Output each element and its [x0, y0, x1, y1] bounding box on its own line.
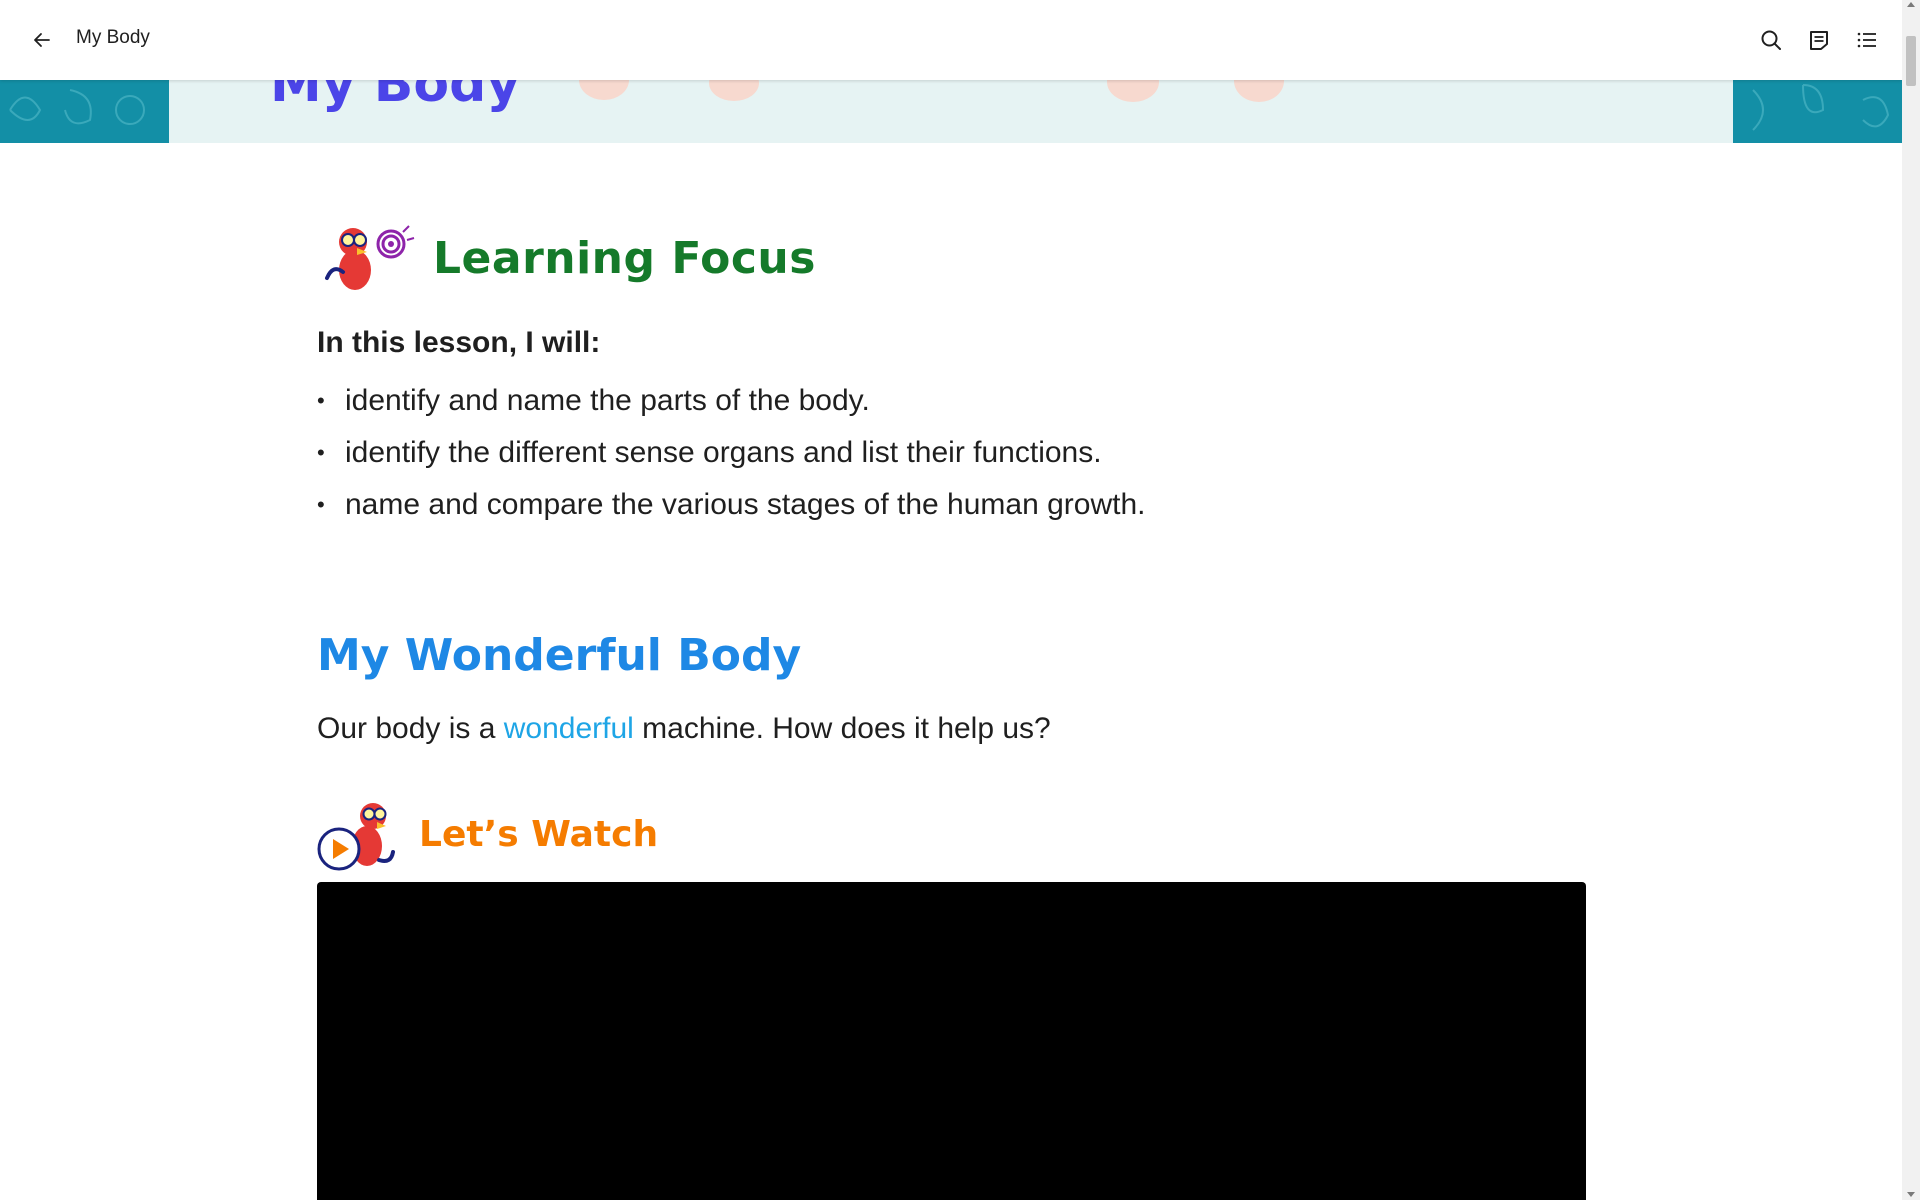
- paragraph-text: Our body is a: [317, 712, 504, 745]
- section-paragraph: Our body is a wonderful machine. How doe…: [317, 712, 1051, 746]
- scrollbar-thumb[interactable]: [1906, 36, 1916, 86]
- scroll-down-arrow-icon[interactable]: [1907, 1192, 1915, 1197]
- mascot-play-icon: [317, 803, 395, 871]
- vertical-scrollbar[interactable]: [1902, 0, 1920, 1200]
- back-arrow-icon: [34, 33, 50, 47]
- chapter-banner: My Body: [0, 80, 1902, 143]
- glossary-link[interactable]: wonderful: [504, 712, 634, 745]
- banner-decoration: [579, 80, 629, 100]
- banner-pattern-left: [9, 89, 145, 125]
- banner-inner-panel: My Body: [169, 80, 1733, 143]
- banner-pattern-right: [1752, 84, 1890, 131]
- list-item: • identify and name the parts of the body…: [317, 375, 1145, 427]
- page-title: My Body: [76, 27, 150, 48]
- lets-watch-heading: Let’s Watch: [317, 794, 658, 874]
- learning-objectives-list: • identify and name the parts of the body…: [317, 375, 1145, 531]
- lesson-intro: In this lesson, I will:: [317, 326, 601, 359]
- section-title: My Wonderful Body: [317, 630, 802, 681]
- paragraph-text: machine. How does it help us?: [633, 712, 1051, 745]
- learning-focus-heading: Learning Focus: [317, 218, 816, 298]
- mascot-target-icon: [325, 225, 415, 290]
- learning-focus-title: Learning Focus: [433, 232, 816, 284]
- search-button[interactable]: [1755, 24, 1787, 56]
- video-player[interactable]: [317, 882, 1586, 1200]
- notes-button[interactable]: [1803, 24, 1835, 56]
- banner-decoration: [709, 80, 759, 101]
- bullet-icon: •: [317, 388, 325, 413]
- objective-text: identify the different sense organs and …: [345, 436, 1102, 469]
- list-item: • identify the different sense organs and…: [317, 427, 1145, 479]
- banner-decoration: [1234, 80, 1284, 102]
- search-icon: [1761, 30, 1781, 50]
- banner-decoration: [1107, 80, 1159, 102]
- table-of-contents-icon: [1857, 32, 1876, 48]
- objective-text: identify and name the parts of the body.: [345, 384, 870, 417]
- bullet-icon: •: [317, 492, 325, 517]
- banner-title: My Body: [270, 80, 521, 114]
- top-bar: My Body: [0, 0, 1902, 80]
- objective-text: name and compare the various stages of t…: [345, 488, 1146, 521]
- scroll-up-arrow-icon[interactable]: [1907, 2, 1915, 7]
- notes-icon: [1810, 31, 1828, 50]
- bullet-icon: •: [317, 440, 325, 465]
- lets-watch-title: Let’s Watch: [419, 813, 659, 855]
- list-item: • name and compare the various stages of …: [317, 479, 1145, 531]
- back-button[interactable]: [26, 24, 58, 56]
- table-of-contents-button[interactable]: [1851, 24, 1883, 56]
- app-viewport: My Body My Body Learning Focus In this l…: [0, 0, 1920, 1200]
